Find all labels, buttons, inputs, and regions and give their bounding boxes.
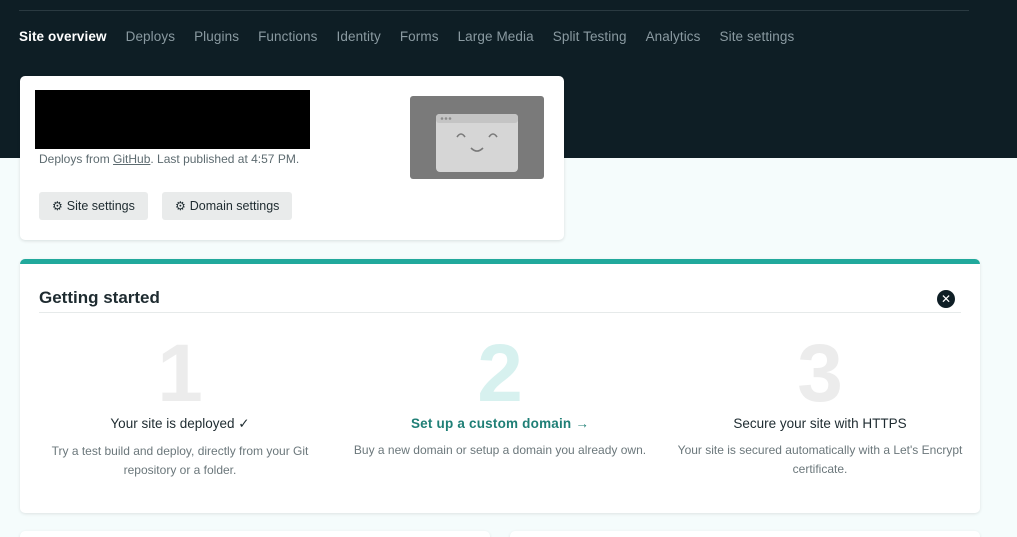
nav-large-media[interactable]: Large Media: [458, 29, 534, 44]
nav-identity[interactable]: Identity: [337, 29, 381, 44]
redacted-site-name: [35, 90, 310, 149]
step-description: Your site is secured automatically with …: [677, 443, 963, 476]
custom-domain-link[interactable]: Set up a custom domain →: [345, 416, 655, 431]
close-icon[interactable]: ✕: [937, 290, 955, 308]
nav-split-testing[interactable]: Split Testing: [553, 29, 627, 44]
step-number: 3: [797, 328, 843, 419]
site-summary-card: Deploys from GitHub. Last published at 4…: [20, 76, 564, 240]
card-divider: [39, 312, 961, 313]
site-nav: Site overview Deploys Plugins Functions …: [19, 26, 813, 46]
nav-site-settings[interactable]: Site settings: [720, 29, 795, 44]
deploy-status: Deploys from GitHub. Last published at 4…: [39, 152, 299, 166]
step-description: Buy a new domain or setup a domain you a…: [353, 443, 647, 457]
github-link[interactable]: GitHub: [113, 152, 150, 166]
next-card-right: [510, 531, 980, 537]
deploy-suffix: . Last published at 4:57 PM.: [150, 152, 300, 166]
site-preview-thumbnail[interactable]: [410, 96, 544, 179]
nav-analytics[interactable]: Analytics: [646, 29, 701, 44]
nav-functions[interactable]: Functions: [258, 29, 317, 44]
getting-started-title: Getting started: [39, 288, 160, 307]
nav-site-overview[interactable]: Site overview: [19, 29, 107, 44]
step-description: Try a test build and deploy, directly fr…: [51, 444, 309, 477]
deploy-prefix: Deploys from: [39, 152, 114, 166]
step-custom-domain: 2 Set up a custom domain → Buy a new dom…: [345, 328, 655, 460]
browser-smiley-icon: [436, 114, 518, 172]
gear-icon: ⚙: [175, 199, 186, 213]
nav-plugins[interactable]: Plugins: [194, 29, 239, 44]
step-number: 2: [477, 328, 523, 419]
site-settings-button[interactable]: ⚙ Site settings: [39, 192, 148, 220]
nav-forms[interactable]: Forms: [400, 29, 439, 44]
domain-settings-button[interactable]: ⚙ Domain settings: [162, 192, 293, 220]
step-number: 1: [157, 328, 203, 419]
step-heading: Your site is deployed ✓: [110, 416, 250, 431]
nav-deploys[interactable]: Deploys: [126, 29, 175, 44]
step-https: 3 Secure your site with HTTPS Your site …: [665, 328, 975, 479]
gear-icon: ⚙: [52, 199, 63, 213]
header-divider: [19, 10, 969, 11]
site-settings-label: Site settings: [66, 199, 135, 213]
domain-settings-label: Domain settings: [189, 199, 280, 213]
step-heading: Secure your site with HTTPS: [733, 416, 907, 431]
getting-started-card: Getting started ✕ 1 Your site is deploye…: [20, 259, 980, 513]
step-deployed: 1 Your site is deployed ✓ Try a test bui…: [25, 328, 335, 480]
next-card-left: [20, 531, 490, 537]
